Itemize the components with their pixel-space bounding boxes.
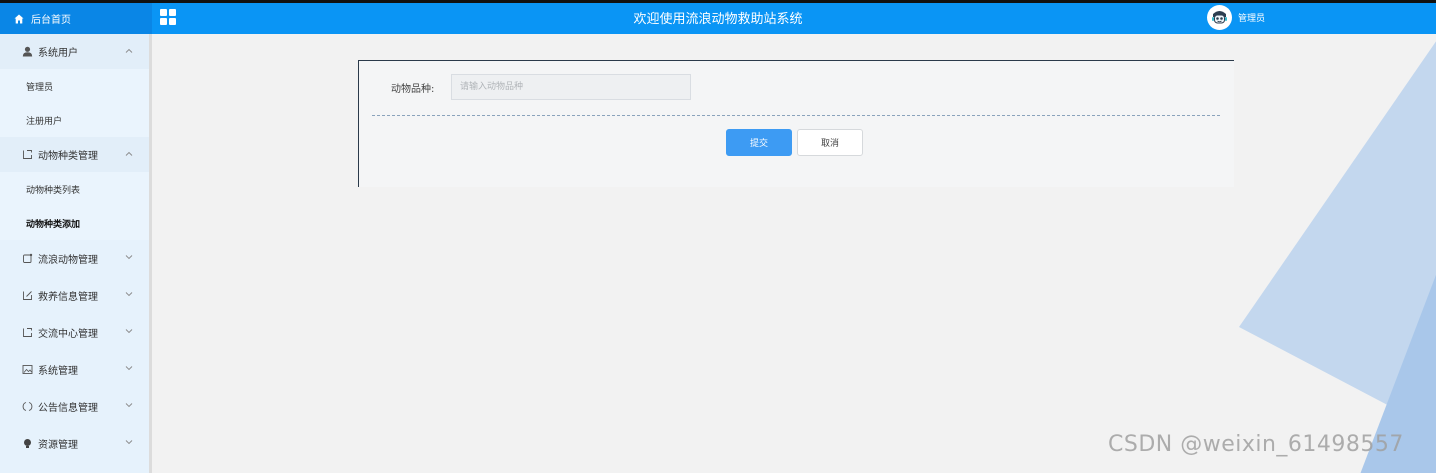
chevron-down-icon [125,255,133,260]
chevron-up-icon [125,151,133,156]
sidebar-group-stray-animals[interactable]: 流浪动物管理 [0,240,149,277]
chevron-down-icon [125,366,133,371]
picture-icon [22,365,33,374]
edit-icon [23,291,32,300]
apps-grid-icon[interactable] [160,9,176,25]
tag-icon [23,328,32,337]
sidebar-item-admin[interactable]: 管理员 [0,69,149,103]
chevron-down-icon [125,403,133,408]
user-name: 管理员 [1238,14,1266,24]
decorative-background-shapes [1239,41,1436,473]
add-category-form: 动物品种: 提交 取消 [358,60,1234,187]
circle-icon [22,402,33,411]
home-icon [14,14,24,23]
top-header: 后台首页 欢迎使用流浪动物救助站系统 管理员 [0,0,1436,34]
sidebar-item-animal-category-add[interactable]: 动物种类添加 [0,206,149,240]
sidebar-group-resources[interactable]: 资源管理 [0,425,149,462]
user-menu[interactable]: 管理员 [1207,5,1265,30]
sidebar-item-animal-category-list[interactable]: 动物种类列表 [0,172,149,206]
user-icon [22,46,33,57]
sidebar-group-adoption-info[interactable]: 救养信息管理 [0,277,149,314]
form-row-animal-breed: 动物品种: [391,74,691,100]
chevron-down-icon [125,292,133,297]
sidebar-group-exchange-center[interactable]: 交流中心管理 [0,314,149,351]
tag-icon [23,150,32,159]
avatar [1207,5,1232,30]
sidebar-group-announcements[interactable]: 公告信息管理 [0,388,149,425]
robot-avatar-icon [1209,7,1230,28]
home-link[interactable]: 后台首页 [0,3,152,34]
cancel-button[interactable]: 取消 [797,129,863,156]
sidebar-group-animal-category[interactable]: 动物种类管理 [0,137,149,172]
animal-breed-input[interactable] [451,74,691,100]
edit-icon [23,253,33,263]
main-content: 动物品种: 提交 取消 [152,34,1436,473]
form-divider [372,115,1220,116]
home-label: 后台首页 [31,15,71,26]
watermark-text: CSDN @weixin_61498557 [1108,432,1404,457]
form-actions: 提交 取消 [726,129,863,156]
bulb-icon [24,439,31,448]
sidebar-group-system-users[interactable]: 系统用户 [0,34,149,69]
chevron-down-icon [125,440,133,445]
submit-button[interactable]: 提交 [726,129,792,156]
sidebar-item-registered-users[interactable]: 注册用户 [0,103,149,137]
sidebar-group-system-management[interactable]: 系统管理 [0,351,149,388]
chevron-down-icon [125,329,133,334]
animal-breed-label: 动物品种: [391,83,435,95]
sidebar: 系统用户 管理员 注册用户 动物种类管理 动物种类列表 动物种类添加 流浪动物管… [0,34,152,473]
chevron-up-icon [125,48,133,53]
